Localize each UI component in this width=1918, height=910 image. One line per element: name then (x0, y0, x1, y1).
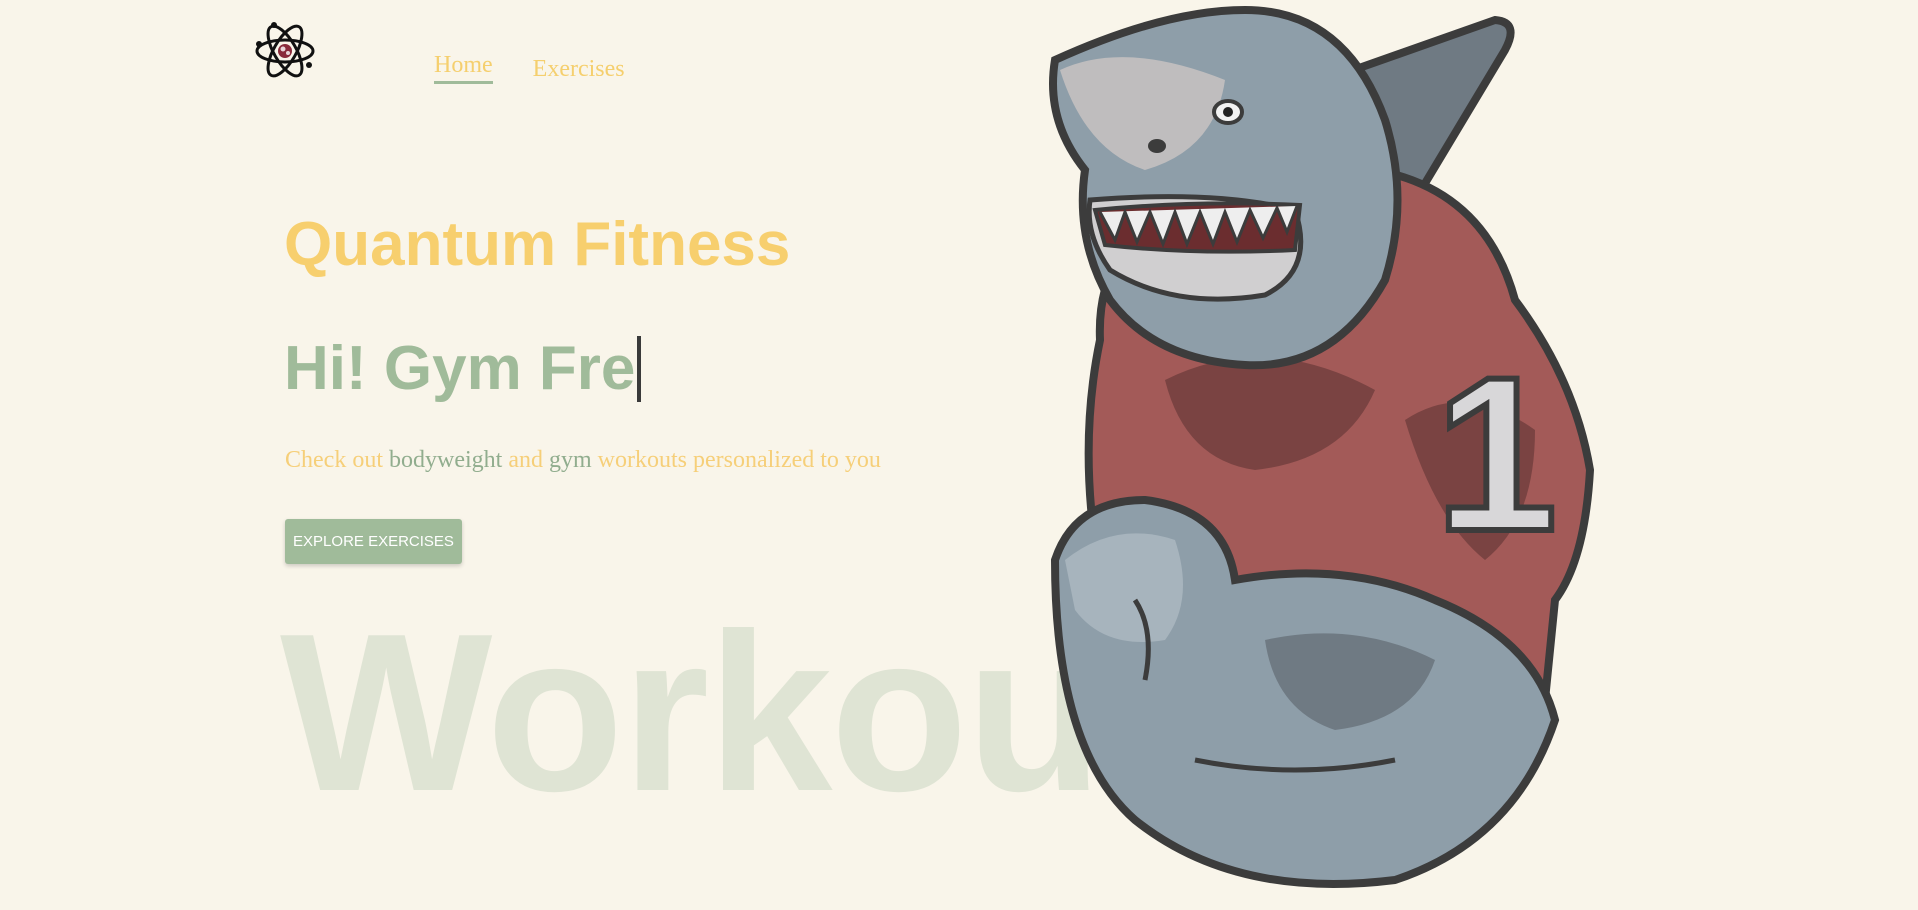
nav-home-link[interactable]: Home (434, 52, 493, 84)
typing-greeting: Hi! Gym Fre (284, 334, 642, 403)
logo-atom-icon[interactable] (253, 20, 317, 82)
subtitle-text-3: workouts personalized to you (591, 447, 881, 473)
subtitle-text-2: and (502, 447, 549, 473)
typing-cursor (637, 336, 642, 402)
shark-mascot-illustration: 1 (1015, 0, 1615, 905)
greeting-text: Hi! Gym Fre (284, 334, 636, 403)
explore-exercises-button[interactable]: EXPLORE EXERCISES (285, 519, 462, 564)
subtitle-text-1: Check out (285, 447, 389, 473)
jersey-number: 1 (1435, 331, 1557, 577)
hero-subtitle: Check out bodyweight and gym workouts pe… (285, 447, 881, 474)
subtitle-highlight-bodyweight: bodyweight (388, 447, 503, 473)
subtitle-highlight-gym: gym (548, 447, 592, 473)
nav-exercises-link[interactable]: Exercises (533, 56, 625, 84)
main-nav: Home Exercises (434, 52, 625, 84)
site-title: Quantum Fitness (284, 210, 791, 279)
